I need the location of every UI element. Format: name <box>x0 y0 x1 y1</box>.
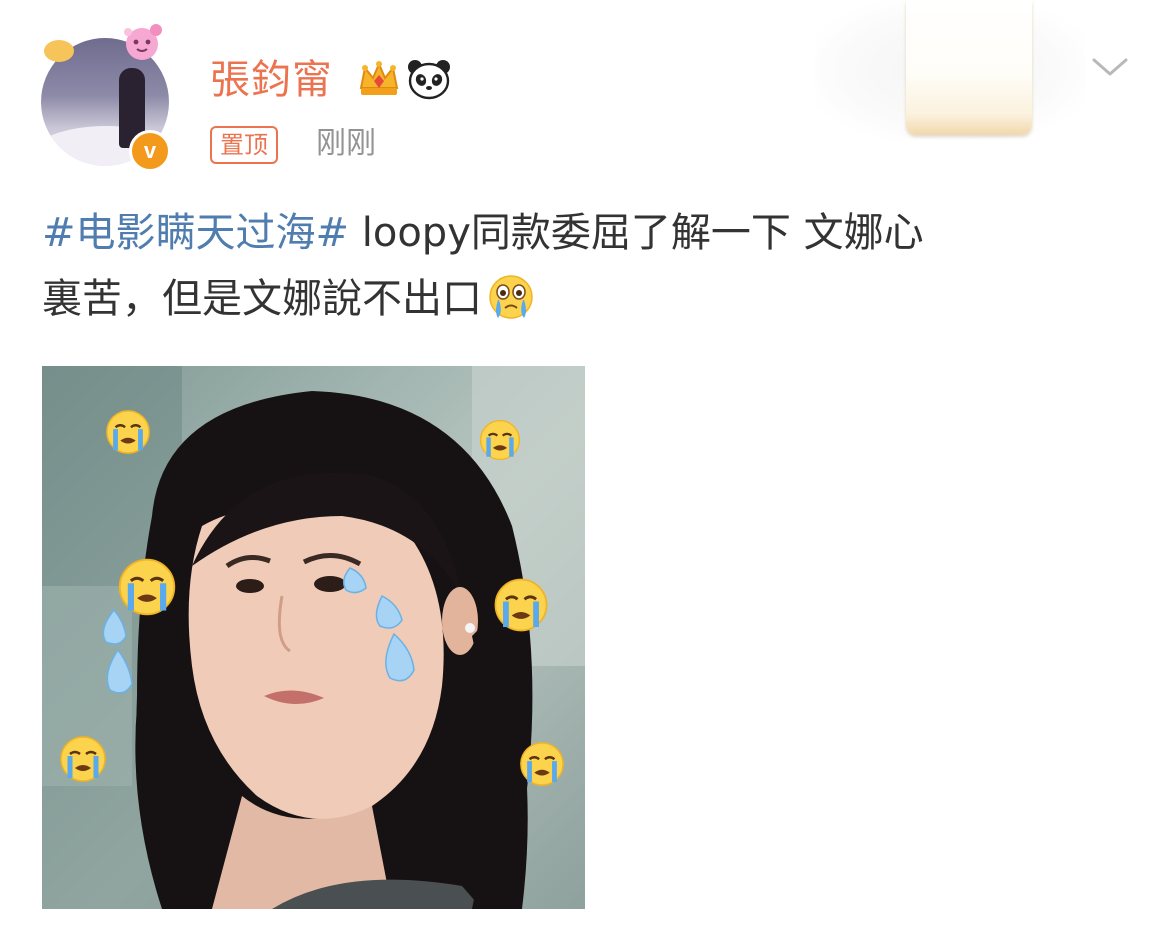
weibo-post: v 張鈞甯 置顶 刚刚 #电影瞒天过海# loopy同款委屈了解一下 文娜心 裏… <box>0 0 1170 941</box>
crying-face-emoji-icon <box>489 275 533 319</box>
crying-face-emoji-icon <box>60 736 106 782</box>
chevron-down-icon[interactable] <box>1090 52 1130 82</box>
crying-face-emoji-icon <box>479 419 521 461</box>
verified-v-icon: v <box>129 130 171 172</box>
crying-face-emoji-icon <box>106 410 150 454</box>
post-text-line-1-rest: loopy同款委屈了解一下 文娜心 <box>349 210 924 256</box>
post-image[interactable] <box>42 366 585 909</box>
crying-face-emoji-icon <box>520 742 564 786</box>
post-text-line-2: 裏苦，但是文娜說不出口 <box>42 266 1132 332</box>
hashtag-link[interactable]: #电影瞒天过海# <box>42 210 349 256</box>
post-timestamp[interactable]: 刚刚 <box>316 124 376 164</box>
post-text-line-1: #电影瞒天过海# loopy同款委屈了解一下 文娜心 <box>42 200 1132 266</box>
teardrop-sticker <box>102 608 133 694</box>
cover-ornament <box>906 0 1032 134</box>
pinned-badge: 置顶 <box>210 126 278 164</box>
avatar-pendant-icon <box>124 24 162 60</box>
panda-icon[interactable] <box>406 58 452 100</box>
crying-face-emoji-icon <box>494 578 548 632</box>
avatar-decoration <box>44 40 74 62</box>
post-text-line-2-content: 裏苦，但是文娜說不出口 <box>42 276 482 322</box>
crown-icon[interactable] <box>356 58 402 100</box>
teardrop-sticker <box>343 567 415 682</box>
post-body-text: #电影瞒天过海# loopy同款委屈了解一下 文娜心 裏苦，但是文娜說不出口 <box>42 200 1132 332</box>
username[interactable]: 張鈞甯 <box>210 52 333 108</box>
crying-face-emoji-icon <box>118 558 176 616</box>
